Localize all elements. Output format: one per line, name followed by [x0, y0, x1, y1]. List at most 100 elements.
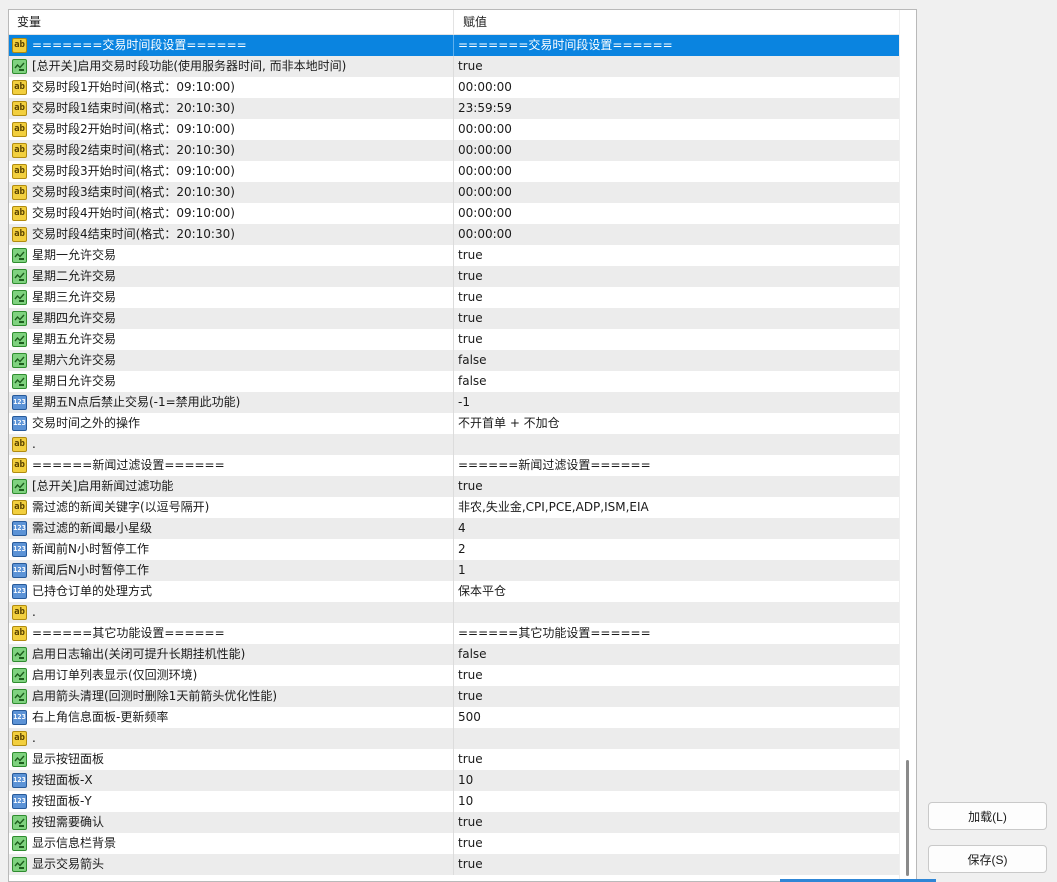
table-row[interactable]: ab 交易时段2结束时间(格式：20:10:30) 00:00:00	[9, 140, 899, 161]
table-row[interactable]: ab ======其它功能设置====== ======其它功能设置======	[9, 623, 899, 644]
variable-cell[interactable]: 123 需过滤的新闻最小星级	[9, 518, 454, 539]
value-cell[interactable]: ======其它功能设置======	[455, 623, 899, 644]
value-cell[interactable]	[455, 434, 899, 455]
value-cell[interactable]: 00:00:00	[455, 182, 899, 203]
table-row[interactable]: 星期日允许交易 false	[9, 371, 899, 392]
variable-cell[interactable]: 星期日允许交易	[9, 371, 454, 392]
table-row[interactable]: 星期二允许交易 true	[9, 266, 899, 287]
table-row[interactable]: [总开关]启用交易时段功能(使用服务器时间, 而非本地时间) true	[9, 56, 899, 77]
value-cell[interactable]: true	[455, 308, 899, 329]
table-row[interactable]: 123 按钮面板-Y 10	[9, 791, 899, 812]
table-row[interactable]: 显示按钮面板 true	[9, 749, 899, 770]
table-row[interactable]: ab 需过滤的新闻关键字(以逗号隔开) 非农,失业金,CPI,PCE,ADP,ISM…	[9, 497, 899, 518]
variable-cell[interactable]: 启用订单列表显示(仅回测环境)	[9, 665, 454, 686]
variable-cell[interactable]: 123 新闻后N小时暂停工作	[9, 560, 454, 581]
variable-cell[interactable]: 启用箭头清理(回测时删除1天前箭头优化性能)	[9, 686, 454, 707]
variable-cell[interactable]: ab ======其它功能设置======	[9, 623, 454, 644]
table-row[interactable]: 按钮需要确认 true	[9, 812, 899, 833]
variable-cell[interactable]: 123 星期五N点后禁止交易(-1=禁用此功能)	[9, 392, 454, 413]
value-cell[interactable]: =======交易时间段设置======	[455, 35, 899, 56]
variable-cell[interactable]: 按钮需要确认	[9, 812, 454, 833]
value-cell[interactable]: -1	[455, 392, 899, 413]
variable-cell[interactable]: 星期三允许交易	[9, 287, 454, 308]
variable-cell[interactable]: ab.	[9, 434, 454, 455]
table-row[interactable]: ab 交易时段3开始时间(格式：09:10:00) 00:00:00	[9, 161, 899, 182]
table-row[interactable]: 星期五允许交易 true	[9, 329, 899, 350]
value-cell[interactable]: false	[455, 644, 899, 665]
variable-cell[interactable]: 显示按钮面板	[9, 749, 454, 770]
scrollbar-thumb[interactable]	[906, 760, 909, 876]
table-row[interactable]: 星期六允许交易 false	[9, 350, 899, 371]
value-cell[interactable]: true	[455, 266, 899, 287]
variable-cell[interactable]: ab.	[9, 728, 454, 749]
value-cell[interactable]: 00:00:00	[455, 140, 899, 161]
value-cell[interactable]: true	[455, 287, 899, 308]
table-row[interactable]: 显示交易箭头 true	[9, 854, 899, 875]
variable-cell[interactable]: 星期五允许交易	[9, 329, 454, 350]
table-row[interactable]: 星期一允许交易 true	[9, 245, 899, 266]
variable-cell[interactable]: ab =======交易时间段设置======	[9, 35, 454, 56]
value-cell[interactable]: 2	[455, 539, 899, 560]
load-button[interactable]: 加载(L)	[928, 802, 1047, 830]
variable-cell[interactable]: 123 交易时间之外的操作	[9, 413, 454, 434]
table-row[interactable]: ab 交易时段1开始时间(格式：09:10:00) 00:00:00	[9, 77, 899, 98]
variable-cell[interactable]: ab.	[9, 602, 454, 623]
variable-cell[interactable]: 星期二允许交易	[9, 266, 454, 287]
value-cell[interactable]: 23:59:59	[455, 98, 899, 119]
table-row[interactable]: 123 右上角信息面板-更新频率 500	[9, 707, 899, 728]
variable-cell[interactable]: [总开关]启用交易时段功能(使用服务器时间, 而非本地时间)	[9, 56, 454, 77]
variable-cell[interactable]: 123 已持仓订单的处理方式	[9, 581, 454, 602]
variable-cell[interactable]: 123 按钮面板-Y	[9, 791, 454, 812]
variable-cell[interactable]: [总开关]启用新闻过滤功能	[9, 476, 454, 497]
table-row[interactable]: 启用日志输出(关闭可提升长期挂机性能) false	[9, 644, 899, 665]
table-row[interactable]: ab ======新闻过滤设置====== ======新闻过滤设置======	[9, 455, 899, 476]
value-cell[interactable]: 00:00:00	[455, 119, 899, 140]
save-button[interactable]: 保存(S)	[928, 845, 1047, 873]
table-row[interactable]: ab 交易时段3结束时间(格式：20:10:30) 00:00:00	[9, 182, 899, 203]
variable-cell[interactable]: ab 交易时段4结束时间(格式：20:10:30)	[9, 224, 454, 245]
variable-cell[interactable]: 星期一允许交易	[9, 245, 454, 266]
value-cell[interactable]: true	[455, 686, 899, 707]
variable-cell[interactable]: ab 交易时段3开始时间(格式：09:10:00)	[9, 161, 454, 182]
variable-cell[interactable]: 启用日志输出(关闭可提升长期挂机性能)	[9, 644, 454, 665]
table-row[interactable]: ab 交易时段4开始时间(格式：09:10:00) 00:00:00	[9, 203, 899, 224]
table-row[interactable]: 123 星期五N点后禁止交易(-1=禁用此功能) -1	[9, 392, 899, 413]
variable-cell[interactable]: ab 交易时段2开始时间(格式：09:10:00)	[9, 119, 454, 140]
value-cell[interactable]	[455, 602, 899, 623]
variable-cell[interactable]: 星期六允许交易	[9, 350, 454, 371]
value-cell[interactable]: true	[455, 812, 899, 833]
value-cell[interactable]: false	[455, 371, 899, 392]
value-cell[interactable]: 不开首单 + 不加仓	[455, 413, 899, 434]
variable-cell[interactable]: 显示信息栏背景	[9, 833, 454, 854]
value-cell[interactable]: 00:00:00	[455, 203, 899, 224]
table-row[interactable]: 123 交易时间之外的操作 不开首单 + 不加仓	[9, 413, 899, 434]
variable-cell[interactable]: 显示交易箭头	[9, 854, 454, 875]
variable-cell[interactable]: 123 按钮面板-X	[9, 770, 454, 791]
table-row[interactable]: [总开关]启用新闻过滤功能 true	[9, 476, 899, 497]
variable-cell[interactable]: ab 交易时段3结束时间(格式：20:10:30)	[9, 182, 454, 203]
value-cell[interactable]: 1	[455, 560, 899, 581]
table-row[interactable]: 显示信息栏背景 true	[9, 833, 899, 854]
table-row[interactable]: ab =======交易时间段设置====== =======交易时间段设置====…	[9, 35, 899, 56]
table-row[interactable]: ab 交易时段2开始时间(格式：09:10:00) 00:00:00	[9, 119, 899, 140]
value-cell[interactable]: 500	[455, 707, 899, 728]
table-row[interactable]: 123 已持仓订单的处理方式 保本平仓	[9, 581, 899, 602]
column-header-variable[interactable]: 变量	[9, 10, 454, 34]
variable-cell[interactable]: ab 交易时段4开始时间(格式：09:10:00)	[9, 203, 454, 224]
value-cell[interactable]: 10	[455, 791, 899, 812]
table-row[interactable]: 123 新闻后N小时暂停工作 1	[9, 560, 899, 581]
value-cell[interactable]: true	[455, 665, 899, 686]
value-cell[interactable]: false	[455, 350, 899, 371]
column-header-value[interactable]: 赋值	[455, 10, 899, 34]
variable-cell[interactable]: ab 需过滤的新闻关键字(以逗号隔开)	[9, 497, 454, 518]
table-row[interactable]: 星期三允许交易 true	[9, 287, 899, 308]
variable-cell[interactable]: 星期四允许交易	[9, 308, 454, 329]
value-cell[interactable]: 保本平仓	[455, 581, 899, 602]
vertical-scrollbar[interactable]	[899, 10, 916, 881]
value-cell[interactable]: true	[455, 245, 899, 266]
table-row[interactable]: ab.	[9, 728, 899, 749]
table-row[interactable]: 123 需过滤的新闻最小星级 4	[9, 518, 899, 539]
value-cell[interactable]: true	[455, 854, 899, 875]
value-cell[interactable]: 10	[455, 770, 899, 791]
table-row[interactable]: 启用箭头清理(回测时删除1天前箭头优化性能) true	[9, 686, 899, 707]
